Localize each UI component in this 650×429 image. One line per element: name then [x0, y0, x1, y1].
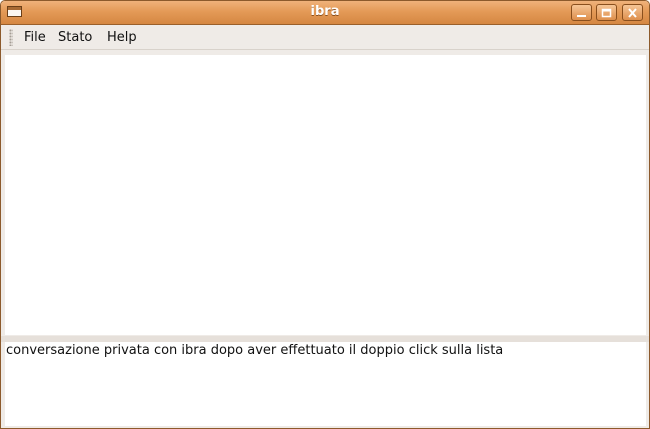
- maximize-icon: [601, 8, 612, 18]
- menu-bar: File Stato Help: [1, 25, 649, 50]
- close-icon: [628, 8, 637, 18]
- conversation-display[interactable]: [5, 55, 646, 335]
- menu-help[interactable]: Help: [107, 30, 137, 45]
- menubar-grip[interactable]: [9, 29, 13, 46]
- maximize-button[interactable]: [596, 4, 617, 21]
- menu-stato[interactable]: Stato: [58, 30, 92, 45]
- minimize-button[interactable]: [571, 4, 592, 21]
- message-input[interactable]: conversazione privata con ibra dopo aver…: [5, 342, 646, 426]
- app-window: ibra File Stato Help conversazione priva…: [0, 0, 650, 429]
- close-button[interactable]: [622, 4, 643, 21]
- title-bar[interactable]: ibra: [1, 1, 649, 25]
- menu-file[interactable]: File: [24, 30, 46, 45]
- window-title: ibra: [310, 4, 340, 19]
- minimize-icon: [577, 15, 586, 17]
